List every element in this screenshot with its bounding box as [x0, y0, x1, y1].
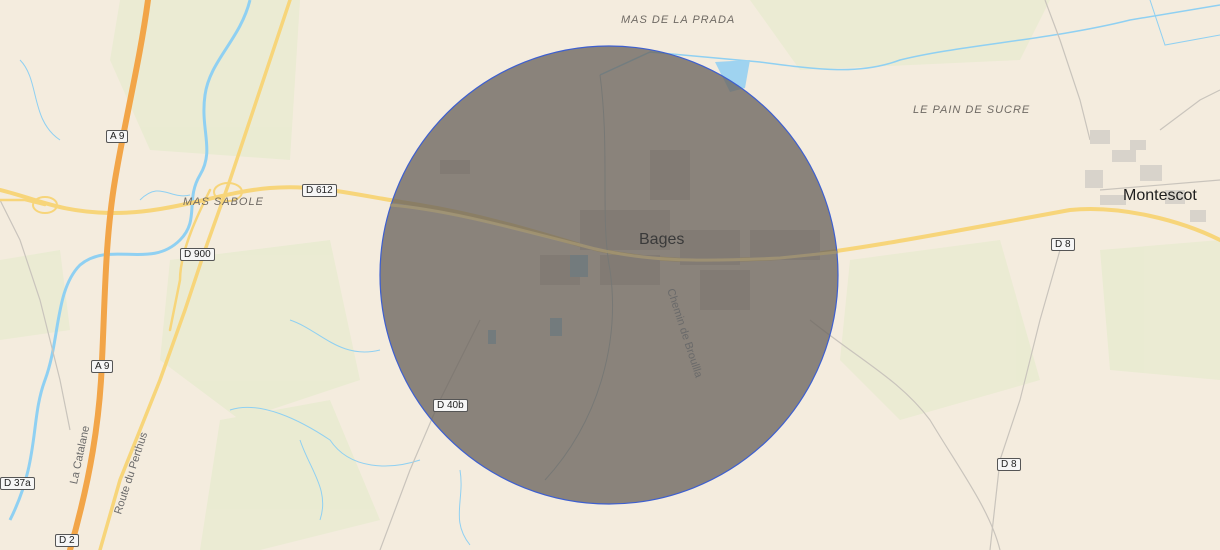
road-shield-a9: A 9: [106, 130, 129, 143]
map-canvas[interactable]: MAS DE LA PRADA LE PAIN DE SUCRE MAS SAB…: [0, 0, 1220, 550]
road-shield-d40b: D 40b: [433, 399, 468, 412]
road-shield-a9: A 9: [91, 360, 114, 373]
road-shield-d2: D 2: [55, 534, 79, 547]
road-shield-d612: D 612: [302, 184, 337, 197]
road-shield-d37a: D 37a: [0, 477, 35, 490]
place-label-le-pain-de-sucre: LE PAIN DE SUCRE: [913, 104, 1031, 116]
place-label-mas-de-la-prada: MAS DE LA PRADA: [621, 14, 736, 26]
radius-circle-overlay[interactable]: [379, 45, 839, 505]
town-label-montescot: Montescot: [1123, 187, 1197, 204]
road-shield-d8: D 8: [1051, 238, 1075, 251]
place-label-mas-sabole: MAS SABOLE: [183, 196, 264, 208]
town-label-bages: Bages: [639, 231, 685, 248]
road-shield-d8: D 8: [997, 458, 1021, 471]
road-shield-d900: D 900: [180, 248, 215, 261]
map-base-layer: [0, 0, 1220, 550]
